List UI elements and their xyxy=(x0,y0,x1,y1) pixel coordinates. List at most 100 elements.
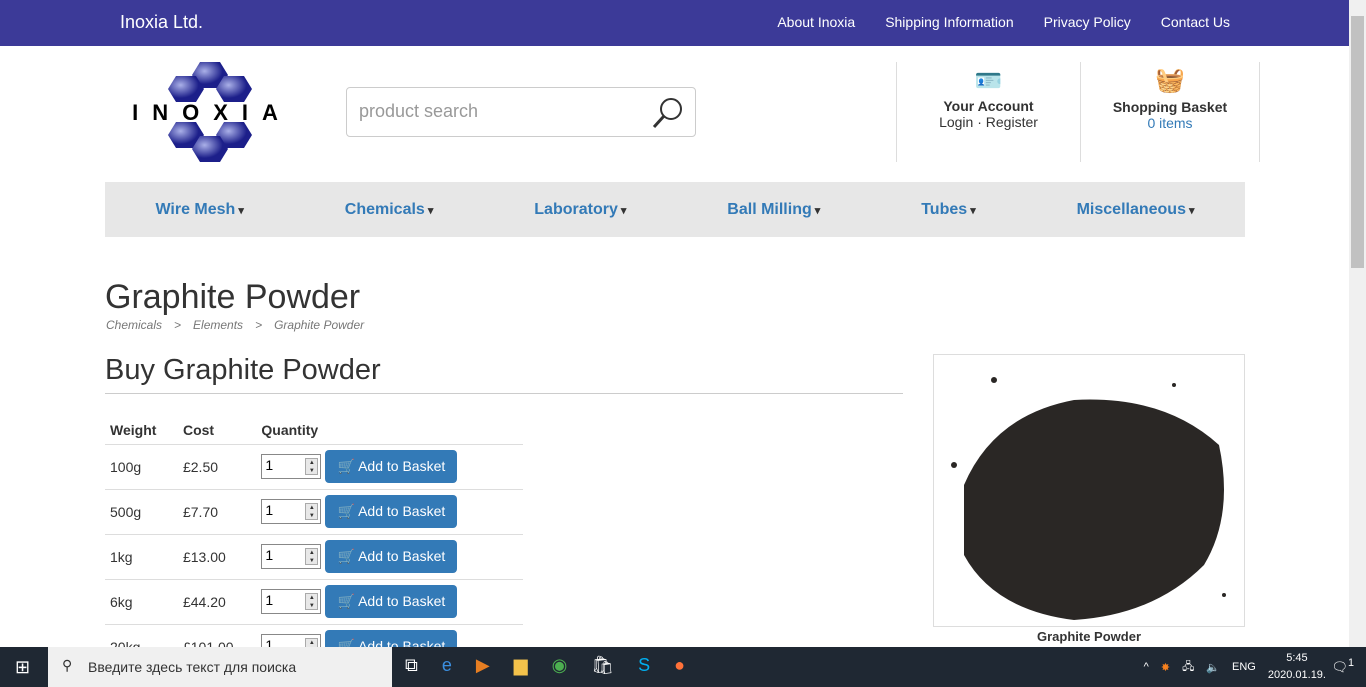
image-caption: Graphite Powder xyxy=(1036,629,1142,644)
tray-chevron-icon[interactable]: ^ xyxy=(1144,661,1149,673)
register-link[interactable]: Register xyxy=(986,114,1038,130)
basket-icon: 🧺 xyxy=(1155,67,1185,94)
button-label: Add to Basket xyxy=(358,503,446,519)
cost-cell: £7.70 xyxy=(177,488,257,534)
nav-wire-mesh[interactable]: Wire Mesh xyxy=(155,201,243,219)
account-icon: 🪪 xyxy=(974,68,1003,93)
quantity-stepper[interactable]: ▲▼ xyxy=(261,454,322,479)
skype-icon[interactable]: S xyxy=(638,655,650,676)
search-icon[interactable] xyxy=(651,96,685,130)
header-cost: Cost xyxy=(182,421,215,438)
section-title: Buy Graphite Powder xyxy=(105,354,903,394)
cart-icon: 🛒 xyxy=(337,593,355,609)
breadcrumb: Chemicals > Elements > Graphite Powder xyxy=(106,318,364,332)
task-view-icon[interactable]: ⧉ xyxy=(405,655,418,676)
separator: · xyxy=(977,114,982,130)
cart-icon: 🛒 xyxy=(337,503,355,519)
quantity-input[interactable] xyxy=(262,545,303,565)
link-contact[interactable]: Contact Us xyxy=(1161,14,1230,30)
file-explorer-icon[interactable]: ▆ xyxy=(514,655,528,676)
cart-icon: 🛒 xyxy=(337,548,355,564)
avast-icon[interactable]: ✸ xyxy=(1161,661,1170,674)
clock[interactable]: 5:45 2020.01.19. xyxy=(1268,650,1326,684)
search-input[interactable] xyxy=(359,101,639,122)
inoxia-logo[interactable]: INOXIA xyxy=(130,60,295,165)
language-indicator[interactable]: ENG xyxy=(1232,661,1256,673)
quantity-input[interactable] xyxy=(262,500,303,520)
table-row: 500g £7.70 ▲▼ 🛒 Add to Basket xyxy=(105,488,523,534)
store-icon[interactable]: 🛍 xyxy=(591,655,614,676)
main-nav: Wire Mesh Chemicals Laboratory Ball Mill… xyxy=(105,182,1245,237)
nav-miscellaneous[interactable]: Miscellaneous xyxy=(1077,201,1195,219)
breadcrumb-sep: > xyxy=(174,318,182,332)
login-link[interactable]: Login xyxy=(939,114,973,130)
account-title: Your Account xyxy=(943,98,1034,114)
breadcrumb-sep: > xyxy=(255,318,263,332)
windows-taskbar: ⊞ ⚲ Введите здесь текст для поиска ⧉ e ▶ … xyxy=(0,647,1366,687)
notification-count: 1 xyxy=(1347,657,1354,669)
header-quantity: Quantity xyxy=(261,421,319,438)
basket-title: Shopping Basket xyxy=(1112,99,1228,115)
breadcrumb-chemicals[interactable]: Chemicals xyxy=(106,318,162,332)
spin-arrows-icon[interactable]: ▲▼ xyxy=(305,548,319,565)
brand-name[interactable]: Inoxia Ltd. xyxy=(120,12,203,33)
table-row: 6kg £44.20 ▲▼ 🛒 Add to Basket xyxy=(105,578,523,624)
spin-arrows-icon[interactable]: ▲▼ xyxy=(305,593,319,610)
network-icon[interactable]: 🖧 xyxy=(1182,658,1194,677)
spin-arrows-icon[interactable]: ▲▼ xyxy=(305,503,319,520)
top-bar: Inoxia Ltd. About Inoxia Shipping Inform… xyxy=(0,0,1349,46)
graphite-powder-image xyxy=(951,377,1226,620)
cost-cell: £2.50 xyxy=(177,443,257,489)
nav-chemicals[interactable]: Chemicals xyxy=(345,201,434,219)
add-to-basket-button[interactable]: 🛒 Add to Basket xyxy=(325,540,458,573)
add-to-basket-button[interactable]: 🛒 Add to Basket xyxy=(325,495,458,528)
media-player-icon[interactable]: ▶ xyxy=(476,655,490,676)
nav-ball-milling[interactable]: Ball Milling xyxy=(727,201,820,219)
cost-cell: £13.00 xyxy=(177,533,257,579)
link-about[interactable]: About Inoxia xyxy=(777,14,855,30)
weight-cell: 500g xyxy=(105,488,178,534)
link-shipping[interactable]: Shipping Information xyxy=(885,14,1013,30)
nav-laboratory[interactable]: Laboratory xyxy=(534,201,626,219)
quantity-input[interactable] xyxy=(262,455,303,475)
link-privacy[interactable]: Privacy Policy xyxy=(1044,14,1131,30)
product-search[interactable] xyxy=(346,87,696,137)
volume-icon[interactable]: 🔈 xyxy=(1206,661,1220,674)
quantity-stepper[interactable]: ▲▼ xyxy=(261,499,322,524)
product-image[interactable] xyxy=(933,354,1245,627)
table-row: 1kg £13.00 ▲▼ 🛒 Add to Basket xyxy=(105,533,523,579)
taskbar-search-icon: ⚲ xyxy=(62,657,73,673)
weight-cell: 1kg xyxy=(105,533,178,579)
edge-icon[interactable]: e xyxy=(442,655,452,676)
taskbar-search[interactable]: ⚲ Введите здесь текст для поиска xyxy=(48,647,392,687)
clock-time: 5:45 xyxy=(1286,652,1308,664)
spin-arrows-icon[interactable]: ▲▼ xyxy=(305,458,319,475)
start-icon[interactable]: ⊞ xyxy=(15,657,30,678)
firefox-icon[interactable]: ● xyxy=(674,655,685,676)
scrollbar-thumb[interactable] xyxy=(1351,16,1364,268)
quantity-input[interactable] xyxy=(262,590,303,610)
basket-panel[interactable]: 🧺 Shopping Basket 0 items xyxy=(1080,62,1260,162)
cart-icon: 🛒 xyxy=(337,458,355,474)
add-to-basket-button[interactable]: 🛒 Add to Basket xyxy=(325,450,458,483)
header-weight: Weight xyxy=(110,421,157,438)
weight-cell: 6kg xyxy=(105,578,178,624)
button-label: Add to Basket xyxy=(358,458,446,474)
quantity-stepper[interactable]: ▲▼ xyxy=(261,544,322,569)
weight-cell: 100g xyxy=(105,443,178,489)
basket-count[interactable]: 0 items xyxy=(1147,115,1192,131)
scrollbar[interactable] xyxy=(1349,0,1366,647)
page-title: Graphite Powder xyxy=(105,278,361,316)
quantity-stepper[interactable]: ▲▼ xyxy=(261,589,322,614)
nav-tubes[interactable]: Tubes xyxy=(921,201,976,219)
add-to-basket-button[interactable]: 🛒 Add to Basket xyxy=(325,585,458,618)
notifications-icon[interactable]: 🗨1 xyxy=(1331,657,1354,675)
svg-text:INOXIA: INOXIA xyxy=(132,100,292,125)
table-row: 100g £2.50 ▲▼ 🛒 Add to Basket xyxy=(105,443,523,489)
account-panel: 🪪 Your Account Login · Register xyxy=(896,62,1080,162)
clock-date: 2020.01.19. xyxy=(1267,669,1326,681)
breadcrumb-current: Graphite Powder xyxy=(274,318,365,332)
breadcrumb-elements[interactable]: Elements xyxy=(193,318,243,332)
taskbar-search-text: Введите здесь текст для поиска xyxy=(88,659,297,675)
chrome-icon[interactable]: ◉ xyxy=(552,655,568,676)
